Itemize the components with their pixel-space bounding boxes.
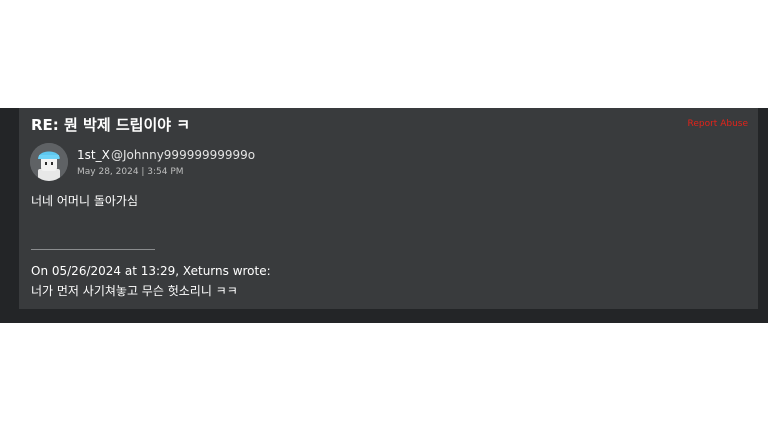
post-title: RE: 뭔 박제 드립이야 ㅋ (31, 116, 191, 134)
forum-post-container: RE: 뭔 박제 드립이야 ㅋ Report Abuse 1st_X @John… (0, 108, 768, 323)
author-handle[interactable]: @Johnny99999999999o (111, 148, 255, 162)
quote-divider (31, 249, 155, 250)
avatar[interactable] (30, 143, 68, 181)
forum-post-card: RE: 뭔 박제 드립이야 ㅋ Report Abuse 1st_X @John… (19, 108, 758, 309)
quote-text: 너가 먼저 사기쳐놓고 무슨 헛소리니 ㅋㅋ (31, 284, 238, 298)
roblox-avatar-icon (30, 143, 68, 181)
quote-header: On 05/26/2024 at 13:29, Xeturns wrote: (31, 264, 271, 278)
author-username[interactable]: 1st_X (77, 148, 110, 162)
report-abuse-link[interactable]: Report Abuse (688, 119, 749, 129)
post-timestamp: May 28, 2024 | 3:54 PM (77, 167, 184, 177)
post-body: 너네 어머니 돌아가심 (31, 194, 138, 208)
